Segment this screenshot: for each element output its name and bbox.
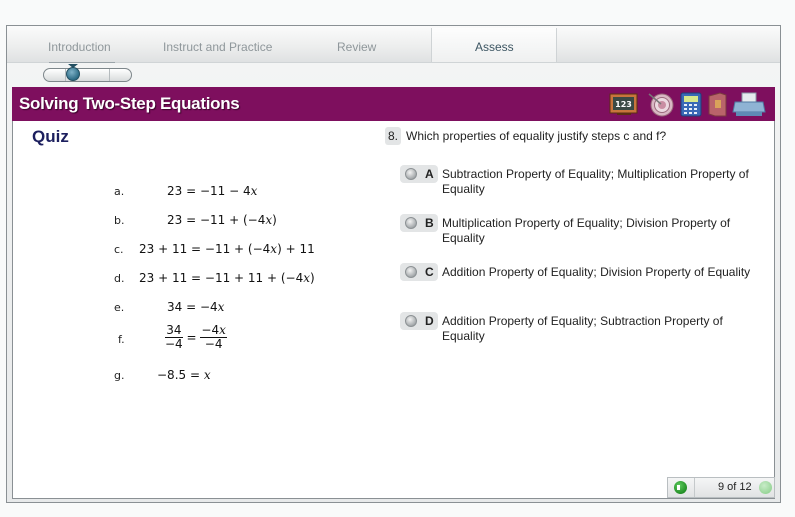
intro-indicator-line bbox=[49, 62, 115, 63]
fraction-lhs-numerator: 34 bbox=[165, 323, 183, 338]
step-label-e: e. bbox=[114, 301, 125, 314]
progress-slider[interactable] bbox=[43, 68, 132, 82]
choice-text[interactable]: Addition Property of Equality; Division … bbox=[442, 265, 754, 280]
choice-text[interactable]: Addition Property of Equality; Subtracti… bbox=[442, 314, 754, 344]
step-label-g: g. bbox=[114, 369, 125, 382]
printer-icon[interactable] bbox=[732, 92, 766, 117]
radio-icon[interactable] bbox=[405, 168, 417, 180]
fraction-lhs: 34 −4 bbox=[165, 324, 183, 351]
fraction-lhs-denominator: −4 bbox=[165, 337, 183, 351]
step-label-a: a. bbox=[114, 185, 125, 198]
glossary-book-icon[interactable] bbox=[706, 92, 728, 117]
choice-letter: B bbox=[425, 216, 434, 230]
step-equation-c: 23 + 11 = −11 + (−4x) + 11 bbox=[139, 242, 315, 256]
choice-letter: D bbox=[425, 314, 434, 328]
step-label-f: f. bbox=[118, 333, 125, 346]
quiz-title: Quiz bbox=[32, 127, 69, 146]
step-equation-f: 34 −4 = −4x −4 bbox=[165, 323, 227, 351]
slider-thumb[interactable] bbox=[66, 67, 80, 81]
tab-instruct-and-practice[interactable]: Instruct and Practice bbox=[163, 40, 272, 54]
app-frame: Introduction Instruct and Practice Revie… bbox=[6, 25, 781, 503]
step-equation-e: 34 = −4x bbox=[167, 300, 225, 314]
choice-letter: A bbox=[425, 167, 434, 181]
audio-speaker-icon[interactable] bbox=[674, 481, 687, 494]
next-page-button[interactable] bbox=[759, 481, 772, 494]
fraction-rhs: −4x −4 bbox=[200, 323, 227, 351]
step-equation-a: 23 = −11 − 4x bbox=[167, 184, 258, 198]
radio-icon[interactable] bbox=[405, 266, 417, 278]
chalkboard-text: 123 bbox=[615, 100, 632, 109]
choice-letter: C bbox=[425, 265, 434, 279]
tab-review[interactable]: Review bbox=[337, 40, 376, 54]
chalkboard-123-icon[interactable]: 123 bbox=[609, 92, 639, 117]
choice-text[interactable]: Subtraction Property of Equality; Multip… bbox=[442, 167, 754, 197]
fraction-rhs-denominator: −4 bbox=[204, 337, 223, 351]
tab-assess[interactable]: Assess bbox=[475, 40, 514, 54]
nav-divider bbox=[7, 62, 780, 63]
question-text: Which properties of equality justify ste… bbox=[406, 129, 667, 143]
page-indicator: 9 of 12 bbox=[718, 481, 752, 493]
choice-text[interactable]: Multiplication Property of Equality; Div… bbox=[442, 216, 754, 246]
step-equation-d: 23 + 11 = −11 + 11 + (−4x) bbox=[139, 271, 315, 285]
fraction-rhs-numerator: −4x bbox=[200, 323, 227, 338]
section-nav: Introduction Instruct and Practice Revie… bbox=[7, 26, 780, 62]
page-navigation-bar: 9 of 12 bbox=[667, 477, 775, 498]
slider-segment-divider bbox=[109, 69, 110, 81]
step-label-d: d. bbox=[114, 272, 125, 285]
tab-introduction[interactable]: Introduction bbox=[48, 40, 111, 54]
content-panel: Quiz a. 23 = −11 − 4x b. 23 + 11 = −11 +… bbox=[12, 121, 775, 499]
lesson-title: Solving Two-Step Equations bbox=[19, 94, 240, 113]
step-label-b: b. bbox=[114, 214, 125, 227]
step-equation-g: −8.5 = x bbox=[157, 368, 211, 382]
lesson-header: Solving Two-Step Equations 123 bbox=[12, 87, 775, 121]
question-number: 8. bbox=[385, 127, 401, 145]
radio-icon[interactable] bbox=[405, 217, 417, 229]
target-icon[interactable] bbox=[647, 92, 675, 117]
step-label-c: c. bbox=[114, 243, 124, 256]
step-equation-b: 23 = −11 + (−4x) bbox=[167, 213, 277, 227]
audio-cell bbox=[668, 478, 695, 497]
radio-icon[interactable] bbox=[405, 315, 417, 327]
calculator-icon[interactable] bbox=[679, 92, 703, 117]
